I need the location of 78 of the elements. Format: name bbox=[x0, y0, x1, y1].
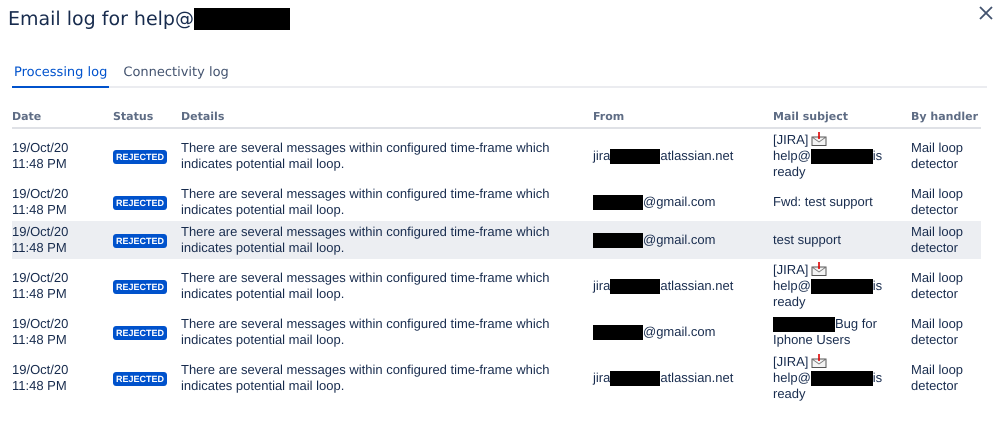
subject-text: test support bbox=[773, 232, 841, 248]
subject-text: Fwd: test support bbox=[773, 194, 873, 210]
table-row[interactable]: 19/Oct/20 11:48 PM REJECTED There are several messages within configured time-frame which indicates potential mail loop. jira atlassian.net [JIRA] help@ is ready Mail loop detector bbox=[12, 129, 981, 184]
subject-text: [JIRA] bbox=[773, 132, 808, 147]
handler-text: Mail loop detector bbox=[911, 224, 964, 256]
sender-text: atlassian.net bbox=[660, 278, 734, 294]
handler-text: Mail loop detector bbox=[911, 316, 964, 348]
table-row[interactable]: 19/Oct/20 11:48 PM REJECTED There are several messages within configured time-frame which indicates potential mail loop. @gmail.com Bug for Iphone Users Mail loop detector bbox=[12, 313, 981, 352]
date-text: 19/Oct/20 11:48 PM bbox=[12, 316, 70, 348]
handler-text: Mail loop detector bbox=[911, 362, 964, 394]
subject-text: is bbox=[872, 370, 882, 386]
subject-text: help@ bbox=[773, 370, 811, 386]
subject-text: is bbox=[872, 278, 882, 294]
envelope-icon bbox=[811, 262, 828, 276]
details-text: There are several messages within configured time-frame which indicates potential mail loop. bbox=[181, 270, 550, 302]
column-header: Details bbox=[181, 110, 224, 123]
subject-text: [JIRA] bbox=[773, 354, 808, 370]
column-header: By handler bbox=[911, 110, 978, 123]
sender-text: @gmail.com bbox=[643, 324, 716, 340]
tab[interactable]: Processing log bbox=[12, 65, 110, 88]
close-icon[interactable] bbox=[979, 6, 993, 20]
redaction-block bbox=[593, 325, 643, 340]
date-text: 19/Oct/20 11:48 PM bbox=[12, 362, 70, 394]
redaction-block bbox=[593, 233, 643, 248]
sender-text: jira bbox=[593, 370, 610, 386]
date-text: 19/Oct/20 11:48 PM bbox=[12, 224, 70, 256]
redaction-block bbox=[810, 279, 873, 294]
subject-text: ready bbox=[773, 386, 806, 402]
handler-text: Mail loop detector bbox=[911, 186, 964, 218]
date-text: 19/Oct/20 11:48 PM bbox=[12, 186, 70, 218]
redaction-block bbox=[773, 317, 835, 332]
redaction-block bbox=[610, 279, 660, 294]
title-text: Email log for help@ bbox=[8, 8, 194, 30]
sender-text: @gmail.com bbox=[643, 194, 716, 210]
redaction-block bbox=[610, 149, 660, 164]
status-badge: REJECTED bbox=[113, 326, 168, 340]
status-badge: REJECTED bbox=[113, 280, 168, 294]
details-text: There are several messages within configured time-frame which indicates potential mail loop. bbox=[181, 316, 550, 348]
subject-text: is bbox=[872, 148, 882, 163]
table-row[interactable]: 19/Oct/20 11:48 PM REJECTED There are several messages within configured time-frame which indicates potential mail loop. jira atlassian.net [JIRA] help@ is ready Mail loop detector bbox=[12, 259, 981, 314]
table-row[interactable]: 19/Oct/20 11:48 PM REJECTED There are several messages within configured time-frame which indicates potential mail loop. @gmail.com Fwd: test support Mail loop detector bbox=[12, 183, 981, 222]
table-row[interactable]: 19/Oct/20 11:48 PM REJECTED There are several messages within configured time-frame which indicates potential mail loop. @gmail.com test support Mail loop detector bbox=[12, 221, 981, 260]
table-row[interactable]: 19/Oct/20 11:48 PM REJECTED There are several messages within configured time-frame which indicates potential mail loop. jira atlassian.net [JIRA] help@ is ready Mail loop detector bbox=[12, 351, 981, 406]
column-header: Status bbox=[113, 110, 154, 123]
status-badge: REJECTED bbox=[113, 234, 168, 248]
status-badge: REJECTED bbox=[113, 196, 168, 210]
subject-text: Bug for bbox=[835, 316, 877, 332]
subject-text: [JIRA] bbox=[773, 262, 808, 278]
details-text: There are several messages within configured time-frame which indicates potential mail loop. bbox=[181, 224, 550, 256]
envelope-icon bbox=[811, 132, 828, 146]
redaction-block bbox=[810, 149, 873, 164]
details-text: There are several messages within configured time-frame which indicates potential mail loop. bbox=[181, 140, 550, 172]
subject-text: help@ bbox=[773, 148, 811, 163]
column-header: Mail subject bbox=[773, 110, 848, 123]
column-header: Date bbox=[12, 110, 42, 123]
details-text: There are several messages within configured time-frame which indicates potential mail loop. bbox=[181, 186, 550, 218]
redaction-block bbox=[593, 195, 643, 210]
subject-text: help@ bbox=[773, 278, 811, 294]
subject-text: ready bbox=[773, 294, 806, 310]
sender-text: @gmail.com bbox=[643, 232, 716, 248]
status-badge: REJECTED bbox=[113, 372, 168, 386]
redaction-block bbox=[810, 371, 873, 386]
tab[interactable]: Connectivity log bbox=[121, 65, 231, 88]
handler-text: Mail loop detector bbox=[911, 140, 964, 172]
envelope-icon bbox=[811, 354, 828, 368]
date-text: 19/Oct/20 11:48 PM bbox=[12, 270, 70, 302]
sender-text: jira bbox=[593, 148, 610, 163]
sender-text: jira bbox=[593, 278, 610, 294]
handler-text: Mail loop detector bbox=[911, 270, 964, 302]
sender-text: atlassian.net bbox=[660, 148, 734, 163]
redaction-block bbox=[610, 371, 660, 386]
details-text: There are several messages within configured time-frame which indicates potential mail loop. bbox=[181, 362, 550, 394]
column-header: From bbox=[593, 110, 624, 123]
status-badge: REJECTED bbox=[113, 150, 168, 164]
sender-text: atlassian.net bbox=[660, 370, 734, 386]
date-text: 19/Oct/20 11:48 PM bbox=[12, 140, 70, 172]
subject-text: Iphone Users bbox=[773, 332, 850, 348]
subject-text: ready bbox=[773, 164, 806, 180]
